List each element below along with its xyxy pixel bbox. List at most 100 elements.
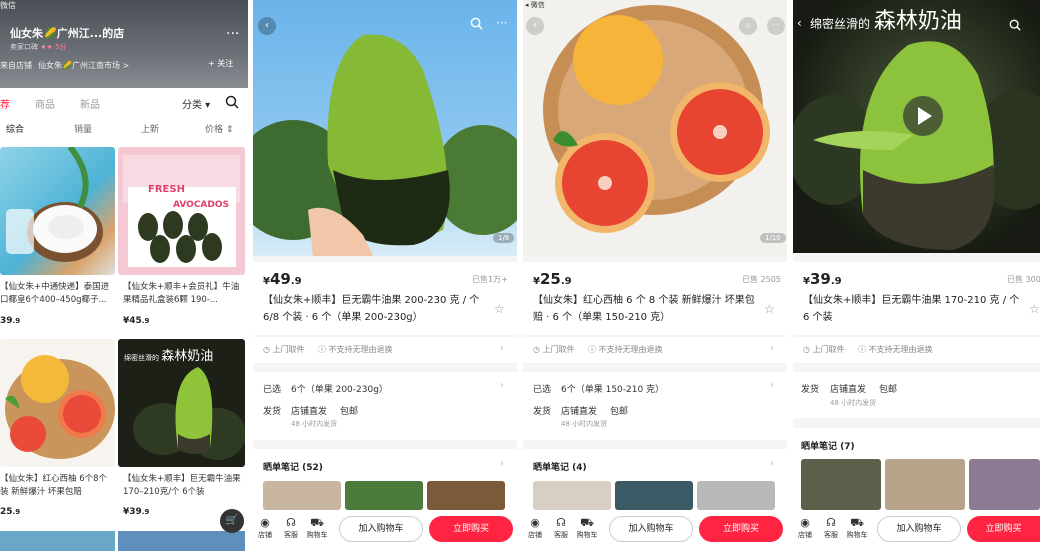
hero-video-avocado[interactable]: 绵密丝滑的 森林奶油 ‹ [793, 0, 1040, 253]
buy-now-button[interactable]: 立即购买 [429, 516, 513, 542]
add-to-cart-button[interactable]: 加入购物车 [339, 516, 423, 542]
cart-nav-button[interactable]: ⛟ 购物车 [305, 516, 329, 540]
hero-image-grapefruit[interactable]: ◂ 微信 ‹ ⌕ ··· 1/10 [523, 0, 787, 256]
buy-now-button[interactable]: 立即购买 [699, 516, 783, 542]
service-row[interactable]: ◷ 上门取件 ⓘ 不支持无理由退换 › [253, 337, 517, 363]
box-text-fresh: FRESH [148, 184, 185, 195]
search-icon[interactable]: ⌕ [739, 17, 757, 35]
product-title: 【仙女朱】红心西柚 6 个 8 个装 新鲜爆汁 坏果包赔 · 6 个（单果 15… [533, 295, 755, 323]
service-row[interactable]: ◷ 上门取件 ⓘ 不支持无理由退换 › [523, 337, 787, 363]
search-icon[interactable] [1009, 19, 1021, 31]
note-thumb[interactable] [615, 481, 693, 510]
back-icon[interactable]: ‹ [797, 16, 802, 30]
price: ¥39.9 [803, 270, 842, 288]
tab-recommend[interactable]: 荐 [0, 96, 10, 111]
product-title-2[interactable]: 【仙女朱+顺丰+会员礼】牛油果精品礼盒装6颗 190-... [123, 281, 245, 307]
ship-free: 包邮 [610, 407, 629, 417]
note-thumb[interactable] [345, 481, 423, 510]
search-icon[interactable] [225, 95, 239, 109]
buy-now-button[interactable]: 立即购买 [967, 516, 1040, 542]
product-title-3[interactable]: 【仙女朱】红心西柚 6个8个装 新鲜爆汁 坏果包赔 [0, 473, 115, 499]
add-to-cart-button[interactable]: 加入购物车 [609, 516, 693, 542]
product-image-avocado-box[interactable]: FRESH AVOCADOS [118, 147, 245, 275]
detail-panel-avocado: ‹ ··· 1/8 ¥49.9 已售1万+ 【仙女朱+顺丰】巨无霸牛油果 200… [253, 0, 517, 551]
notes-card: 晒单笔记 (52) › [253, 449, 517, 510]
chevron-right-icon: › [500, 458, 504, 469]
back-icon[interactable]: ‹ [258, 17, 276, 35]
favorite-star-icon[interactable]: ☆ [764, 302, 775, 316]
add-to-cart-button[interactable]: 加入购物车 [877, 516, 961, 542]
coconut-illustration [6, 147, 103, 262]
shop-name[interactable]: 仙女朱🌽广州江...的店 [10, 25, 124, 41]
product-image-next-2[interactable] [118, 531, 245, 551]
product-image-next-1[interactable] [0, 531, 115, 551]
cart-fab-button[interactable]: 🛒 [220, 509, 244, 533]
service-nav-button[interactable]: ☊ 客服 [819, 516, 843, 540]
sort-new[interactable]: 上新 [141, 122, 159, 135]
note-thumb[interactable] [885, 459, 965, 510]
more-icon[interactable]: ··· [496, 16, 507, 30]
grapefruit-illustration [5, 355, 115, 459]
tab-new[interactable]: 新品 [80, 96, 100, 111]
note-thumb[interactable] [533, 481, 611, 510]
more-icon[interactable]: ··· [767, 17, 785, 35]
selected-label: 已选 [533, 385, 552, 395]
price-title-card: ¥25.9 已售 2505 【仙女朱】红心西柚 6 个 8 个装 新鲜爆汁 坏果… [523, 262, 787, 335]
search-icon[interactable] [470, 17, 483, 30]
product-image-grapefruit[interactable] [0, 339, 115, 467]
more-icon[interactable]: ··· [226, 26, 239, 42]
shop-icon: ◉ [530, 516, 540, 529]
detail-panel-grapefruit: ◂ 微信 ‹ ⌕ ··· 1/10 ¥25.9 已售 2505 【仙女朱】红心西… [523, 0, 787, 551]
shop-nav-button[interactable]: ◉ 店铺 [793, 516, 817, 540]
play-button[interactable] [903, 96, 943, 136]
category-dropdown[interactable]: 分类 ▾ [182, 96, 210, 111]
sort-price[interactable]: 价格 ⇕ [205, 122, 233, 135]
bottom-bar: ◉ 店铺 ☊ 客服 ⛟ 购物车 加入购物车 立即购买 [253, 510, 517, 551]
shop-nav-button[interactable]: ◉ 店铺 [523, 516, 547, 540]
follow-button[interactable]: + 关注 [208, 58, 233, 69]
note-thumb[interactable] [801, 459, 881, 510]
notes-title[interactable]: 晒单笔记 (52) [263, 460, 323, 473]
status-bar-app: ◂ 微信 [525, 1, 545, 9]
note-thumb[interactable] [969, 459, 1040, 510]
product-title: 【仙女朱+顺丰】巨无霸牛油果 200-230 克 / 个 6/8 个装 · 6 … [263, 295, 480, 323]
cart-nav-button[interactable]: ⛟ 购物车 [845, 516, 869, 540]
product-title-1[interactable]: 【仙女朱+中通快递】泰国进口椰皇6个400–450g椰子... [0, 281, 115, 307]
product-image-coconut[interactable] [0, 147, 115, 275]
notes-title[interactable]: 晒单笔记 (4) [533, 460, 587, 473]
bottom-bar: ◉ 店铺 ☊ 客服 ⛟ 购物车 加入购物车 立即购买 [793, 510, 1040, 551]
sold-count: 已售1万+ [472, 275, 508, 284]
service-row[interactable]: ◷ 上门取件 ⓘ 不支持无理由退换 [793, 337, 1040, 363]
tab-products[interactable]: 商品 [35, 96, 55, 111]
note-thumb[interactable] [697, 481, 775, 510]
product-price-2: ¥45.9 [123, 316, 150, 326]
cart-icon: ⛟ [310, 516, 324, 529]
service-nav-button[interactable]: ☊ 客服 [549, 516, 573, 540]
note-thumb[interactable] [427, 481, 505, 510]
ship-card[interactable]: 发货 店铺直发 包邮 48 小时内发货 [793, 372, 1040, 418]
sort-sales[interactable]: 销量 [74, 122, 92, 135]
product-image-big-avocado[interactable]: 绵密丝滑的 森林奶油 [118, 339, 245, 467]
notes-title[interactable]: 晒单笔记 (7) [801, 439, 855, 452]
banner-text-light: 绵密丝滑的 森林奶油 [124, 349, 214, 364]
ship-free: 包邮 [879, 385, 898, 395]
back-icon[interactable]: ‹ [526, 17, 544, 35]
headset-icon: ☊ [286, 516, 296, 529]
spec-card[interactable]: 已选 6个（单果 200-230g） › 发货 店铺直发 包邮 48 小时内发货 [253, 372, 517, 440]
cart-icon: 🛒 [225, 515, 239, 526]
service-nav-button[interactable]: ☊ 客服 [279, 516, 303, 540]
spec-card[interactable]: 已选 6个（单果 150-210 克） › 发货 店铺直发 包邮 48 小时内发… [523, 372, 787, 440]
ship-free: 包邮 [340, 407, 359, 417]
note-thumb[interactable] [263, 481, 341, 510]
product-title-4[interactable]: 【仙女朱+顺丰】巨无霸牛油果170–210克/个 6个装 [123, 473, 245, 499]
shop-icon: ◉ [260, 516, 270, 529]
cart-nav-button[interactable]: ⛟ 购物车 [575, 516, 599, 540]
shop-nav-button[interactable]: ◉ 店铺 [253, 516, 277, 540]
favorite-star-icon[interactable]: ☆ [1029, 302, 1040, 316]
sort-overall[interactable]: 综合 [6, 122, 24, 135]
favorite-star-icon[interactable]: ☆ [494, 302, 505, 316]
hero-image-avocado[interactable]: ‹ ··· 1/8 [253, 0, 517, 256]
shop-tabs: 荐 商品 新品 分类 ▾ [0, 90, 248, 114]
notes-card: 晒单笔记 (7) [793, 428, 1040, 510]
service-pickup: ◷ 上门取件 [803, 345, 845, 354]
